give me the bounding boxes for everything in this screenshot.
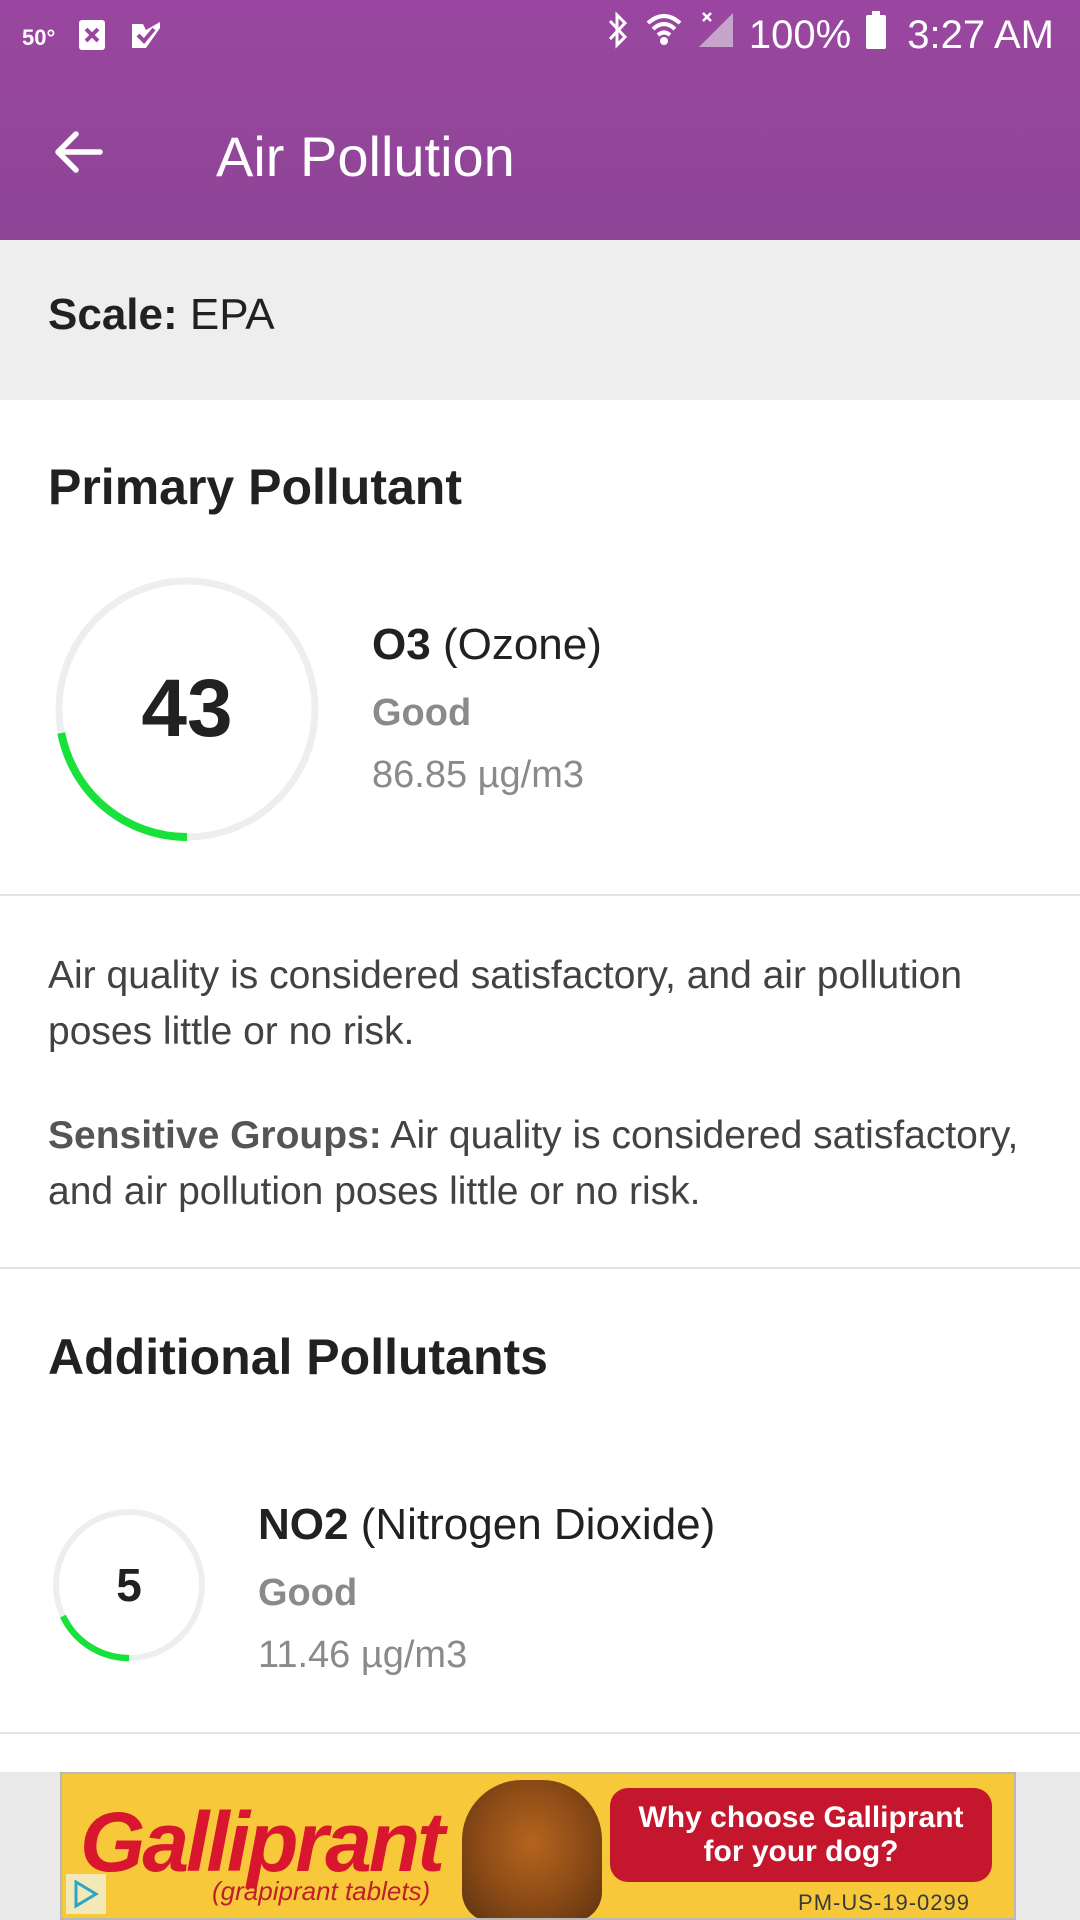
ad-banner[interactable]: Galliprant (grapiprant tablets) Why choo… — [60, 1772, 1016, 1920]
wifi-icon — [645, 11, 683, 59]
primary-pollutant-name: O3 (Ozone) — [372, 620, 602, 670]
primary-pollutant-heading: Primary Pollutant — [48, 459, 462, 515]
app-bar: 50° 100% 3:27 AM Air Pollution — [0, 0, 1080, 240]
pollutant-code: NO2 — [258, 1500, 349, 1549]
no2-pollutant-status: Good — [258, 1572, 358, 1614]
page-title: Air Pollution — [216, 125, 515, 188]
no2-aqi-value: 5 — [116, 1559, 142, 1611]
clock-text: 3:27 AM — [907, 12, 1054, 57]
ad-banner-container: Galliprant (grapiprant tablets) Why choo… — [0, 1772, 1080, 1920]
primary-aqi-gauge: 43 — [52, 574, 322, 844]
notification-file-icon — [77, 18, 107, 57]
sensitive-groups-label: Sensitive Groups: — [48, 1114, 382, 1157]
notification-check-icon — [129, 18, 163, 57]
primary-pollutant-status: Good — [372, 692, 472, 734]
divider — [0, 1267, 1080, 1269]
temperature-text: 50° — [22, 24, 56, 50]
primary-aqi-value: 43 — [141, 663, 233, 754]
primary-pollutant-concentration: 86.85 µg/m3 — [372, 754, 585, 796]
no2-pollutant-concentration: 11.46 µg/m3 — [258, 1634, 468, 1676]
back-button[interactable] — [50, 124, 120, 184]
pollutant-full-name: (Ozone) — [442, 620, 602, 669]
battery-icon — [865, 10, 887, 60]
ad-brand-subtitle: (grapiprant tablets) — [212, 1876, 431, 1906]
status-bar: 50° 100% 3:27 AM — [0, 0, 1080, 76]
no2-aqi-gauge: 5 — [52, 1508, 206, 1662]
cell-signal-icon — [697, 11, 735, 59]
arrow-left-icon — [50, 131, 106, 184]
pollutant-code: O3 — [372, 620, 431, 669]
ad-code-text: PM-US-19-0299 — [798, 1890, 970, 1915]
scale-text: Scale: EPA — [48, 290, 275, 340]
no2-pollutant-name: NO2 (Nitrogen Dioxide) — [258, 1500, 715, 1550]
scale-row: Scale: EPA — [0, 240, 1080, 400]
bluetooth-icon — [605, 11, 631, 59]
scale-value: EPA — [189, 290, 275, 339]
dog-image — [462, 1780, 602, 1918]
adchoices-icon[interactable] — [66, 1874, 106, 1914]
pollutant-full-name: (Nitrogen Dioxide) — [360, 1500, 716, 1549]
additional-pollutants-heading: Additional Pollutants — [48, 1329, 548, 1385]
battery-percent-text: 100% — [748, 12, 852, 57]
sensitive-groups-description: Sensitive Groups: Air quality is conside… — [48, 1108, 1038, 1220]
divider — [0, 1732, 1080, 1734]
ad-cta-button[interactable]: Why choose Galliprant for your dog? — [610, 1788, 992, 1882]
divider — [0, 894, 1080, 896]
air-quality-description: Air quality is considered satisfactory, … — [48, 954, 963, 1053]
scale-label: Scale: — [48, 290, 178, 339]
